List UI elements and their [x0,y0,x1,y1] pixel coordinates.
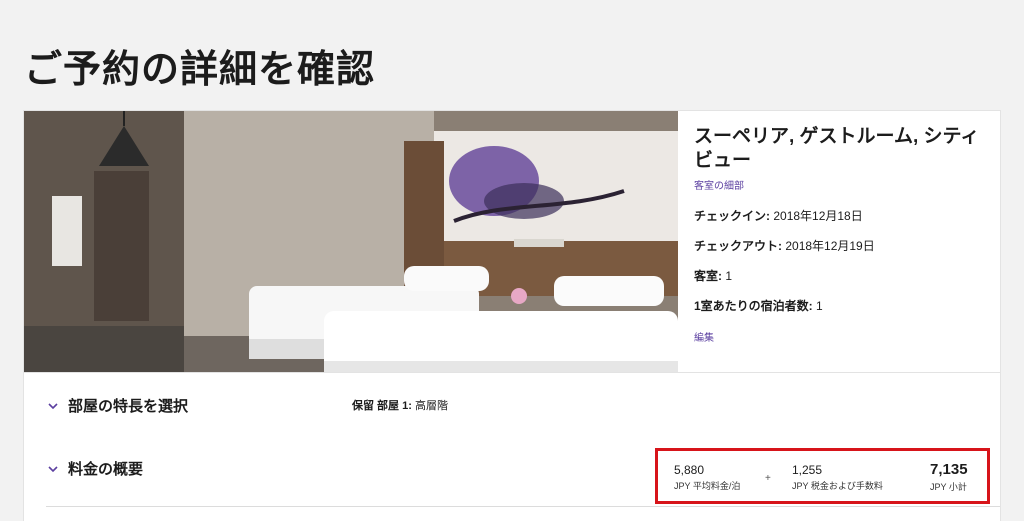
avg-rate-label: JPY 平均料金/泊 [674,481,741,491]
features-title: 部屋の特長を選択 [68,398,189,415]
guests-label: 1室あたりの宿泊者数: [694,299,813,313]
avg-rate-value: 5,880 [674,463,705,477]
rates-title: 料金の概要 [68,461,144,478]
avg-rate: 5,880 JPY 平均料金/泊 [674,463,740,492]
rooms-value: 1 [725,269,733,283]
tax-fees: 1,255 JPY 税金および手数料 [792,463,883,492]
rates-section-toggle[interactable]: 料金の概要 [46,458,143,479]
divider [46,506,1000,507]
tax-fees-label: JPY 税金および手数料 [792,481,883,491]
plus-sign: + [765,473,771,484]
room-card: スーペリア, ゲストルーム, シティビュー 客室の細部 チェックイン: 2018… [24,111,1000,373]
checkout-label: チェックアウト: [694,239,782,253]
room-details-link[interactable]: 客室の細部 [694,177,744,192]
room-info: スーペリア, ゲストルーム, シティビュー 客室の細部 チェックイン: 2018… [694,125,994,346]
reserve-note-value: 高層階 [414,400,448,412]
guests-value: 1 [816,299,823,313]
reserve-note-label: 保留 部屋 1: [352,400,412,412]
guests-line: 1室あたりの宿泊者数: 1 [694,297,994,314]
chevron-down-icon [48,465,58,472]
features-section-toggle[interactable]: 部屋の特長を選択 [46,395,188,416]
chevron-down-icon [48,402,58,409]
page-title: ご予約の詳細を確認 [24,49,376,91]
subtotal-label: JPY 小計 [930,482,967,492]
subtotal: 7,135 JPY 小計 [930,461,968,493]
room-photo [24,111,678,373]
checkout-line: チェックアウト: 2018年12月19日 [694,237,994,254]
summary-panel: 部屋の特長を選択 保留 部屋 1: 高層階 料金の概要 5,880 JPY 平均… [24,373,1000,521]
subtotal-value: 7,135 [930,461,968,478]
tax-fees-value: 1,255 [792,463,823,477]
edit-link[interactable]: 編集 [694,329,714,344]
rooms-label: 客室: [694,269,722,283]
price-summary-box: 5,880 JPY 平均料金/泊 + 1,255 JPY 税金および手数料 7,… [655,448,990,504]
checkout-value: 2018年12月19日 [785,239,875,253]
room-name: スーペリア, ゲストルーム, シティビュー [694,126,980,171]
checkin-line: チェックイン: 2018年12月18日 [694,207,994,224]
rooms-line: 客室: 1 [694,267,994,284]
reserve-note: 保留 部屋 1: 高層階 [352,397,448,413]
checkin-label: チェックイン: [694,209,770,223]
checkin-value: 2018年12月18日 [773,209,863,223]
